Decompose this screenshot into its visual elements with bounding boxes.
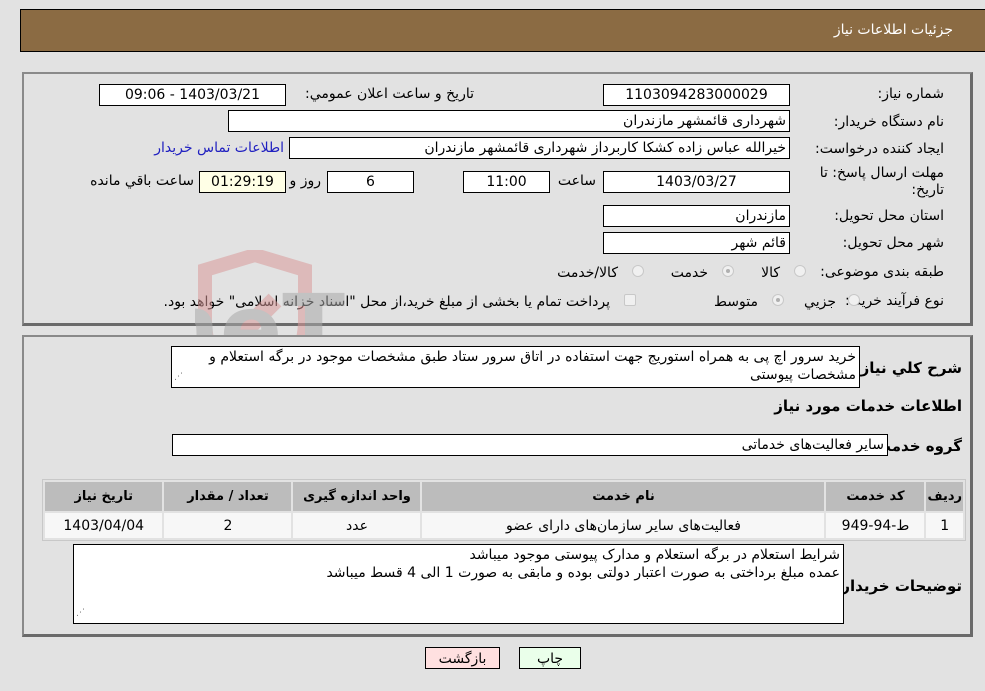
category-radio-service[interactable] [722,265,734,277]
services-section-title: اطلاعات خدمات مورد نیاز [774,397,962,415]
treasury-note: پرداخت تمام یا بخشی از مبلغ خرید،از محل … [163,294,610,310]
description-textarea[interactable]: خرید سرور اچ پی به همراه استوریج جهت است… [171,346,860,388]
deadline-date-field: 1403/03/27 [603,171,790,193]
table-header-row: رديف کد خدمت نام خدمت واحد اندازه گیری ت… [45,482,963,511]
process-radio-minor[interactable] [848,294,860,306]
resize-handle-icon[interactable]: ⋰ [174,368,183,386]
process-option-minor: جزيي [804,294,836,310]
requester-label: ایجاد کننده درخواست: [815,141,944,157]
col-header-need-date: تاریخ نیاز [45,482,163,511]
category-option-goods: کالا [761,265,780,281]
description-text: خرید سرور اچ پی به همراه استوریج جهت است… [209,349,856,383]
buyer-contact-link[interactable]: اطلاعات تماس خریدار [154,140,284,156]
cell-quantity: 2 [164,513,292,538]
category-option-goods-service: کالا/خدمت [557,265,618,281]
col-header-row-number: رديف [926,482,963,511]
province-label: استان محل تحویل: [834,208,944,224]
need-number-field: 1103094283000029 [603,84,790,106]
city-field: قائم شهر [603,232,790,254]
need-details-panel: شماره نیاز: 1103094283000029 تاريخ و ساع… [22,72,973,326]
services-panel: شرح کلي نياز: خرید سرور اچ پی به همراه ا… [22,335,973,637]
remaining-time-field: 01:29:19 [199,171,286,193]
buyer-notes-textarea[interactable]: شرایط استعلام در برگه استعلام و مدارک پی… [73,544,844,624]
category-label: طبقه بندی موضوعی: [820,264,944,280]
buyer-notes-line-2: عمده مبلغ برداختی به صورت اعتبار دولتی ب… [326,565,840,581]
description-label: شرح کلي نياز: [854,359,962,377]
days-remaining-field: 6 [327,171,414,193]
need-number-label: شماره نیاز: [877,86,945,102]
cell-service-code: ط-94-949 [826,513,925,538]
resize-handle-icon[interactable]: ⋰ [76,604,85,622]
buyer-org-label: نام دستگاه خریدار: [833,114,944,130]
announce-label: تاريخ و ساعت اعلان عمومي: [305,86,474,102]
buyer-notes-label: توضیحات خریدار: [835,577,962,595]
buyer-org-field: شهرداری قائمشهر مازندران [228,110,790,132]
province-field: مازندران [603,205,790,227]
city-label: شهر محل تحویل: [842,235,944,251]
deadline-label-2: تاریخ: [911,182,944,198]
process-radio-medium[interactable] [772,294,784,306]
cell-service-name: فعالیت‌های سایر سازمان‌های دارای عضو [422,513,825,538]
col-header-unit: واحد اندازه گیری [293,482,421,511]
days-label: روز و [289,173,322,189]
category-radio-goods-service[interactable] [632,265,644,277]
announce-datetime-field: 1403/03/21 - 09:06 [99,84,286,106]
requester-field: خیرالله عباس زاده کشکا کاربرداز شهرداری … [289,137,790,159]
services-table: رديف کد خدمت نام خدمت واحد اندازه گیری ت… [42,479,966,541]
service-group-field: سایر فعالیت‌های خدماتی [172,434,888,456]
cell-unit: عدد [293,513,421,538]
treasury-checkbox[interactable] [624,294,636,306]
category-radio-goods[interactable] [794,265,806,277]
page-title: جزئیات اطلاعات نیاز [833,22,953,38]
col-header-service-code: کد خدمت [826,482,925,511]
deadline-label-1: مهلت ارسال پاسخ: تا [819,165,944,181]
time-label: ساعت [557,173,596,189]
deadline-time-field: 11:00 [463,171,550,193]
process-option-medium: متوسط [714,294,758,310]
cell-need-date: 1403/04/04 [45,513,163,538]
table-row: 1 ط-94-949 فعالیت‌های سایر سازمان‌های دا… [45,513,963,538]
remaining-label: ساعت باقي مانده [90,173,194,189]
back-button[interactable]: بازگشت [425,647,500,669]
buyer-notes-line-1: شرایط استعلام در برگه استعلام و مدارک پی… [469,547,840,563]
category-option-service: خدمت [670,265,708,281]
cell-row-number: 1 [926,513,963,538]
col-header-quantity: تعداد / مقدار [164,482,292,511]
page-header: جزئیات اطلاعات نیاز [20,9,985,52]
col-header-service-name: نام خدمت [422,482,825,511]
print-button[interactable]: چاپ [519,647,581,669]
